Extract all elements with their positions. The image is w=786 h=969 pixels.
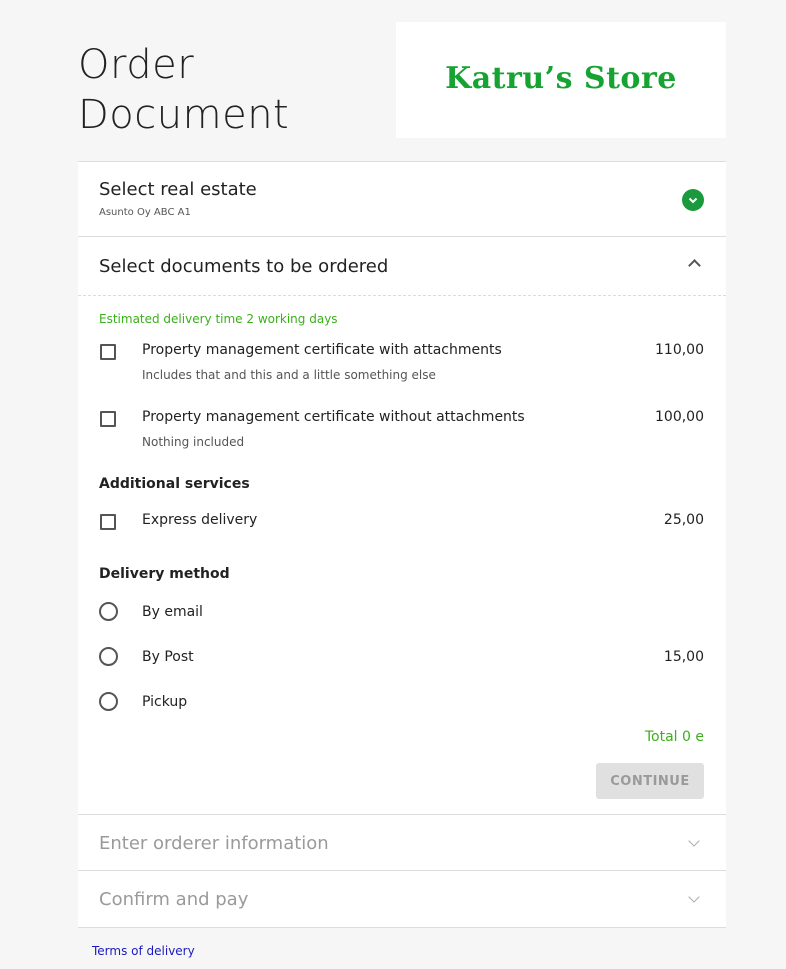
- checkbox[interactable]: [100, 344, 116, 360]
- section-confirm[interactable]: Confirm and pay: [78, 870, 726, 928]
- checkbox[interactable]: [100, 514, 116, 530]
- radio-button[interactable]: [99, 602, 118, 621]
- express-delivery-option[interactable]: Express delivery 25,00: [99, 512, 704, 532]
- delivery-estimate: Estimated delivery time 2 working days: [99, 312, 338, 326]
- document-description: Includes that and this and a little some…: [142, 368, 436, 382]
- chevron-down-icon[interactable]: [688, 835, 700, 847]
- delivery-price: 15,00: [663, 649, 704, 665]
- delivery-option-post[interactable]: By Post 15,00: [99, 647, 704, 669]
- store-logo: Katru’s Store: [396, 22, 726, 138]
- additional-services-heading: Additional services: [99, 476, 250, 492]
- radio-button[interactable]: [99, 692, 118, 711]
- section-real-estate-title: Select real estate: [99, 179, 257, 200]
- section-documents: Select documents to be ordered Estimated…: [78, 236, 726, 815]
- service-label: Express delivery: [142, 512, 258, 528]
- selected-real-estate: Asunto Oy ABC A1: [99, 207, 191, 218]
- document-description: Nothing included: [142, 435, 245, 449]
- section-orderer[interactable]: Enter orderer information: [78, 814, 726, 871]
- page-title-line1: Order: [78, 42, 195, 88]
- section-documents-title: Select documents to be ordered: [99, 256, 389, 277]
- check-circle-icon: [682, 189, 704, 211]
- document-option-with-attachments[interactable]: Property management certificate with att…: [99, 342, 704, 382]
- delivery-label: By Post: [142, 649, 194, 665]
- delivery-label: By email: [142, 604, 203, 620]
- order-total: Total 0 e: [644, 729, 704, 745]
- document-price: 110,00: [655, 342, 704, 358]
- chevron-down-icon[interactable]: [688, 891, 700, 903]
- page-title-line2: Document: [78, 92, 290, 138]
- continue-button[interactable]: CONTINUE: [596, 763, 704, 799]
- delivery-method-heading: Delivery method: [99, 566, 230, 582]
- section-orderer-title: Enter orderer information: [99, 833, 329, 854]
- store-logo-text: Katru’s Store: [445, 60, 677, 96]
- divider: [78, 295, 726, 296]
- document-option-without-attachments[interactable]: Property management certificate without …: [99, 409, 704, 449]
- delivery-option-pickup[interactable]: Pickup: [99, 692, 704, 714]
- section-real-estate[interactable]: Select real estate Asunto Oy ABC A1: [78, 161, 726, 237]
- service-price: 25,00: [663, 512, 704, 528]
- document-label: Property management certificate without …: [142, 409, 525, 425]
- section-confirm-title: Confirm and pay: [99, 889, 249, 910]
- page-title: Order Document: [78, 40, 289, 140]
- terms-of-delivery-link[interactable]: Terms of delivery: [92, 944, 195, 958]
- document-label: Property management certificate with att…: [142, 342, 502, 358]
- document-price: 100,00: [655, 409, 704, 425]
- radio-button[interactable]: [99, 647, 118, 666]
- delivery-option-email[interactable]: By email: [99, 602, 704, 624]
- delivery-label: Pickup: [142, 694, 188, 710]
- checkbox[interactable]: [100, 411, 116, 427]
- chevron-up-icon[interactable]: [688, 259, 701, 272]
